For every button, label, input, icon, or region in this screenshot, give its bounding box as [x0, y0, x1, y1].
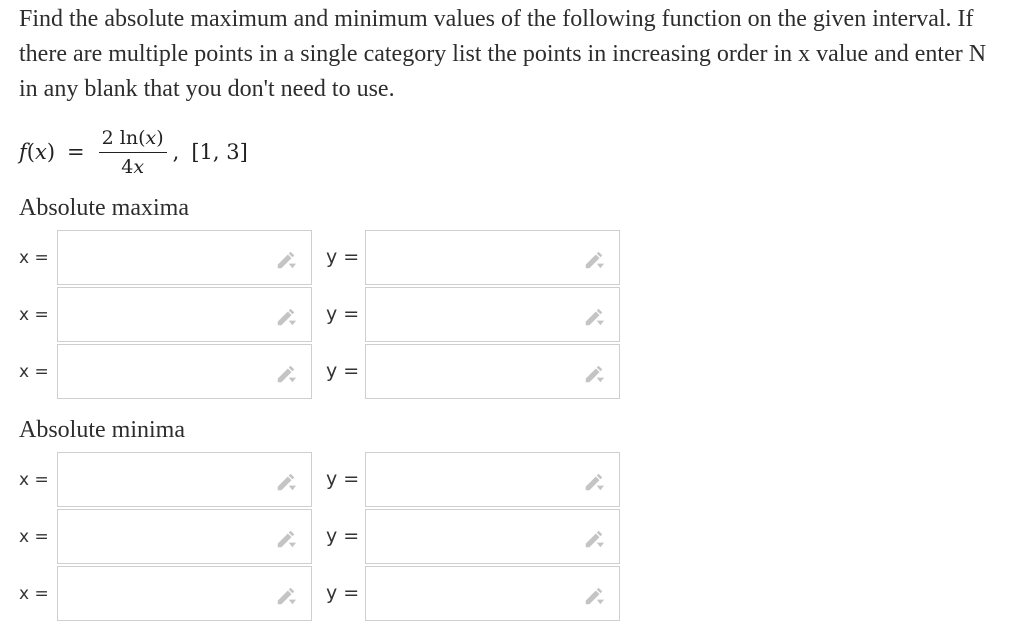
- pencil-icon[interactable]: [583, 528, 605, 550]
- pencil-icon[interactable]: [275, 363, 297, 385]
- y-label: y =: [326, 525, 360, 547]
- minima-y-input-2[interactable]: [366, 510, 576, 560]
- pencil-icon[interactable]: [275, 306, 297, 328]
- formula-comma: ,: [172, 140, 180, 164]
- x-label: x =: [19, 305, 49, 325]
- y-label: y =: [326, 582, 360, 604]
- maxima-row-2: x = y =: [0, 287, 640, 344]
- minima-row-2: x = y =: [0, 509, 640, 566]
- section-title-maxima: Absolute maxima: [19, 195, 189, 221]
- pencil-icon[interactable]: [275, 585, 297, 607]
- maxima-y-input-3[interactable]: [366, 345, 576, 395]
- minima-row-1: x = y =: [0, 452, 640, 509]
- pencil-icon[interactable]: [583, 249, 605, 271]
- maxima-y-field-3[interactable]: [365, 344, 620, 399]
- minima-x-input-2[interactable]: [58, 510, 268, 560]
- minima-x-field-1[interactable]: [57, 452, 312, 507]
- maxima-y-field-2[interactable]: [365, 287, 620, 342]
- x-label: x =: [19, 362, 49, 382]
- y-label: y =: [326, 468, 360, 490]
- minima-x-field-3[interactable]: [57, 566, 312, 621]
- minima-y-input-1[interactable]: [366, 453, 576, 503]
- minima-x-input-3[interactable]: [58, 567, 268, 617]
- equals-sign: =: [67, 140, 85, 164]
- function-formula: f(x) = 2 ln(x) 4x , [1, 3]: [19, 121, 248, 183]
- maxima-y-field-1[interactable]: [365, 230, 620, 285]
- y-label: y =: [326, 303, 360, 325]
- pencil-icon[interactable]: [583, 306, 605, 328]
- pencil-icon[interactable]: [583, 471, 605, 493]
- maxima-x-input-3[interactable]: [58, 345, 268, 395]
- maxima-x-input-2[interactable]: [58, 288, 268, 338]
- question-text: Find the absolute maximum and minimum va…: [19, 6, 987, 102]
- fraction-numerator: 2 ln(x): [98, 127, 167, 153]
- minima-y-field-2[interactable]: [365, 509, 620, 564]
- pencil-icon[interactable]: [275, 249, 297, 271]
- minima-y-field-1[interactable]: [365, 452, 620, 507]
- maxima-row-1: x = y =: [0, 230, 640, 287]
- maxima-x-field-1[interactable]: [57, 230, 312, 285]
- maxima-x-field-2[interactable]: [57, 287, 312, 342]
- x-label: x =: [19, 470, 49, 490]
- x-label: x =: [19, 248, 49, 268]
- minima-y-input-3[interactable]: [366, 567, 576, 617]
- maxima-row-3: x = y =: [0, 344, 640, 401]
- pencil-icon[interactable]: [583, 363, 605, 385]
- minima-row-3: x = y =: [0, 566, 640, 623]
- maxima-y-input-1[interactable]: [366, 231, 576, 281]
- x-label: x =: [19, 527, 49, 547]
- maxima-y-input-2[interactable]: [366, 288, 576, 338]
- minima-y-field-3[interactable]: [365, 566, 620, 621]
- minima-x-field-2[interactable]: [57, 509, 312, 564]
- pencil-icon[interactable]: [583, 585, 605, 607]
- maxima-x-field-3[interactable]: [57, 344, 312, 399]
- x-label: x =: [19, 584, 49, 604]
- fraction: 2 ln(x) 4x: [98, 127, 167, 178]
- section-title-minima: Absolute minima: [19, 417, 185, 443]
- minima-x-input-1[interactable]: [58, 453, 268, 503]
- maxima-x-input-1[interactable]: [58, 231, 268, 281]
- pencil-icon[interactable]: [275, 471, 297, 493]
- fraction-denominator: 4x: [121, 155, 145, 178]
- y-label: y =: [326, 360, 360, 382]
- interval: [1, 3]: [191, 140, 248, 164]
- function-lhs: f(x): [19, 140, 56, 164]
- y-label: y =: [326, 246, 360, 268]
- pencil-icon[interactable]: [275, 528, 297, 550]
